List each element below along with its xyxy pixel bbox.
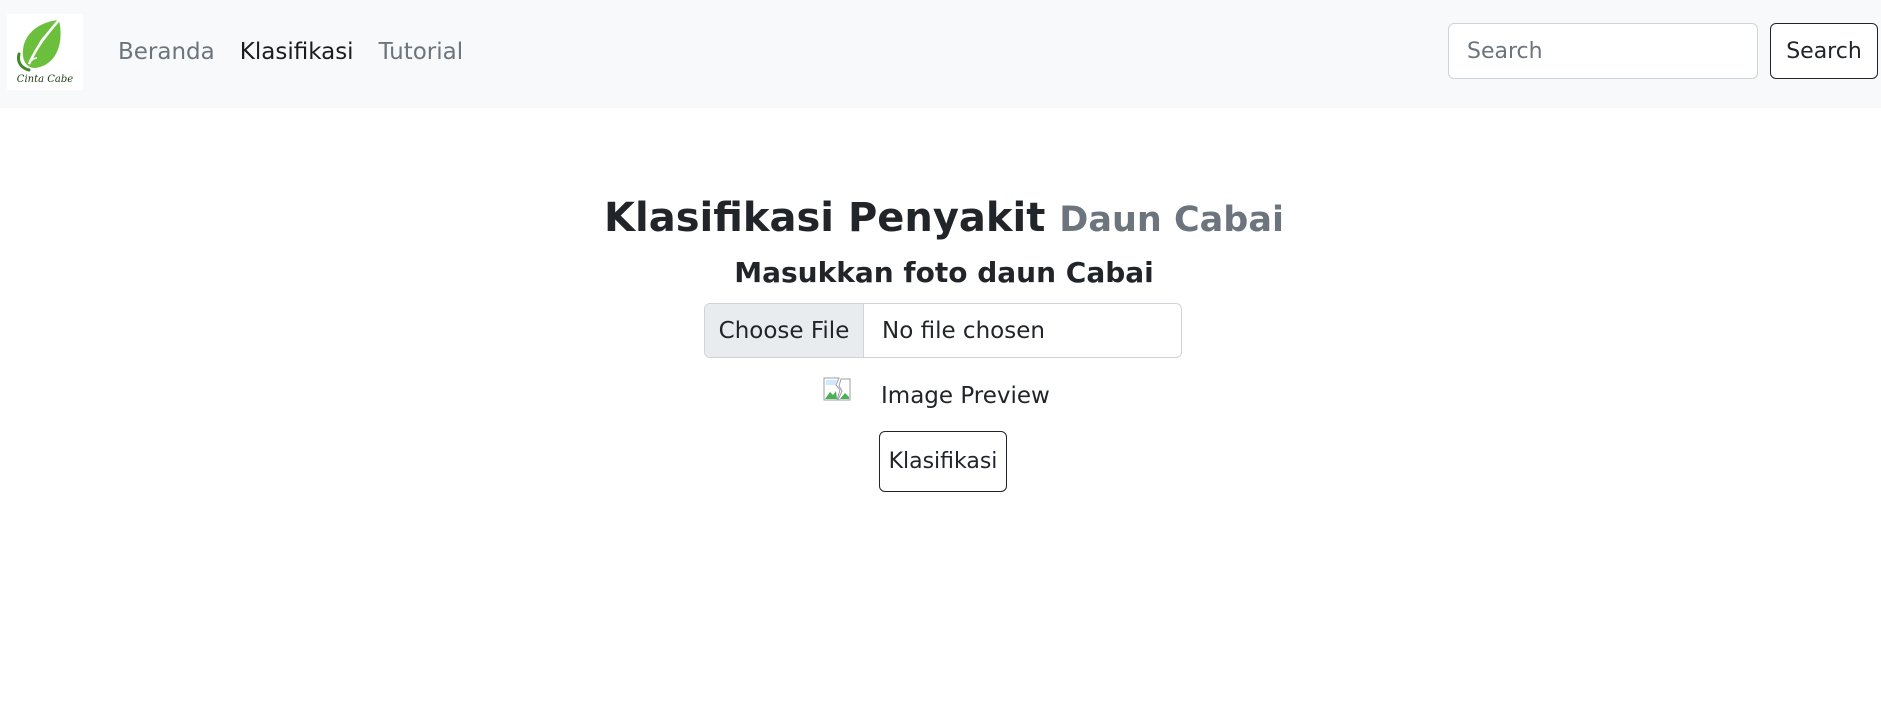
image-preview: Image Preview (823, 377, 1050, 409)
page-title-main: Klasifikasi Penyakit (604, 195, 1046, 241)
image-preview-alt: Image Preview (881, 383, 1050, 409)
page-title-muted: Daun Cabai (1059, 200, 1284, 240)
nav-item-beranda[interactable]: Beranda (118, 36, 215, 68)
leaf-icon (17, 19, 61, 72)
nav-item-tutorial[interactable]: Tutorial (379, 36, 464, 68)
navbar: Cinta Cabe Beranda Klasifikasi Tutorial … (0, 0, 1881, 108)
search-button[interactable]: Search (1770, 23, 1878, 79)
page-title: Klasifikasi Penyakit Daun Cabai (0, 190, 1881, 248)
classify-button[interactable]: Klasifikasi (879, 431, 1007, 492)
brand-text: Cinta Cabe (16, 74, 74, 85)
brand-logo[interactable]: Cinta Cabe (7, 14, 83, 90)
file-status: No file chosen (882, 317, 1045, 344)
nav-links: Beranda Klasifikasi Tutorial (118, 36, 488, 68)
file-input[interactable]: Choose File No file chosen (704, 303, 1182, 358)
nav-item-klasifikasi[interactable]: Klasifikasi (240, 36, 354, 68)
upload-instruction: Masukkan foto daun Cabai (734, 256, 1154, 289)
broken-image-icon (823, 377, 851, 401)
choose-file-button[interactable]: Choose File (705, 304, 864, 357)
search-input[interactable] (1448, 23, 1758, 79)
